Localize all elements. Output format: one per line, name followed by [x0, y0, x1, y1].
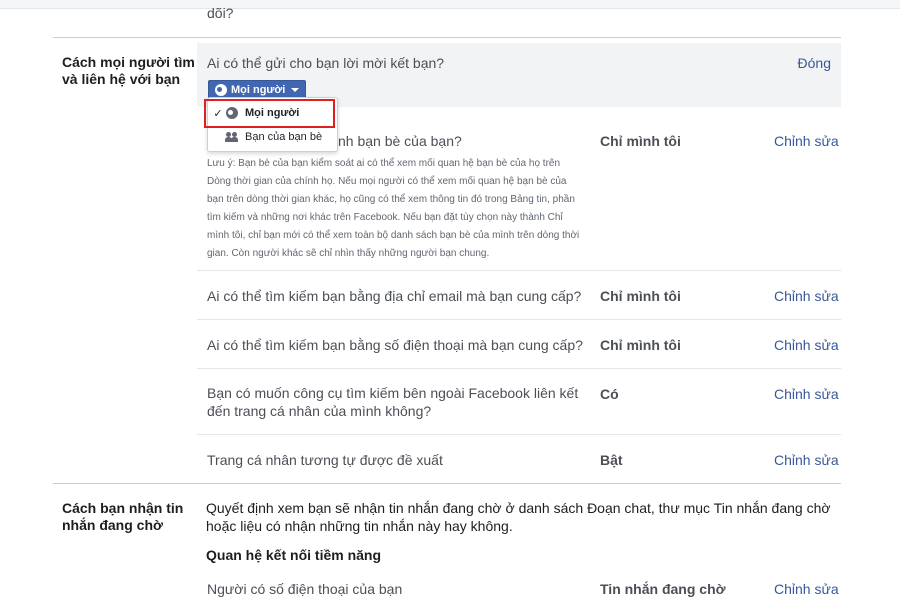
section-title-message-requests: Cách bạn nhận tin nhắn đang chờ — [62, 500, 184, 533]
friends-icon — [225, 132, 239, 142]
audience-dropdown-menu: ✓ Mọi người Bạn của bạn bè — [207, 97, 338, 152]
dropdown-option-label: Mọi người — [245, 107, 300, 119]
row-value-search-engines: Có — [600, 386, 619, 402]
row-question-phone: Ai có thể tìm kiếm bạn bằng số điện thoạ… — [207, 337, 583, 353]
edit-link-suggested-profiles[interactable]: Chỉnh sửa — [774, 452, 839, 468]
row-question-phone-contacts: Người có số điện thoại của bạn — [207, 581, 403, 597]
row-value-suggested-profiles: Bật — [600, 452, 623, 468]
top-bar — [0, 0, 900, 9]
audience-button-label: Mọi người — [231, 84, 286, 96]
row-value-phone: Chỉ mình tôi — [600, 337, 681, 353]
globe-icon — [226, 107, 238, 119]
dropdown-option-everyone[interactable]: ✓ Mọi người — [208, 102, 337, 124]
row-question-suggested-profiles: Trang cá nhân tương tự được đề xuất — [207, 452, 443, 468]
row-question-friend-list: nh bạn bè của bạn? — [338, 133, 462, 149]
row-question-email: Ai có thể tìm kiếm bạn bằng địa chỉ emai… — [207, 288, 582, 304]
caret-down-icon — [291, 88, 300, 92]
message-requests-description: Quyết định xem bạn sẽ nhận tin nhắn đang… — [206, 500, 831, 534]
edit-panel-question: Ai có thể gửi cho bạn lời mời kết bạn? — [207, 55, 445, 71]
section-divider — [53, 37, 841, 38]
edit-link-phone-contacts[interactable]: Chỉnh sửa — [774, 581, 839, 597]
section-title-find-contact: Cách mọi người tìm và liên hệ với bạn — [62, 54, 195, 87]
row-divider — [197, 270, 841, 271]
section-divider — [53, 483, 841, 484]
row-divider — [197, 319, 841, 320]
row-value-friend-list: Chỉ mình tôi — [600, 133, 681, 149]
checkmark-icon: ✓ — [213, 107, 223, 120]
previous-section-text: dõi? — [207, 5, 234, 21]
subheading-potential-connections: Quan hệ kết nối tiềm năng — [206, 547, 382, 563]
row-value-phone-contacts: Tin nhắn đang chờ — [600, 581, 726, 597]
close-link[interactable]: Đóng — [798, 55, 831, 71]
edit-link-phone[interactable]: Chỉnh sửa — [774, 337, 839, 353]
row-value-email: Chỉ mình tôi — [600, 288, 681, 304]
friend-list-note: Lưu ý: Bạn bè của bạn kiểm soát ai có th… — [207, 158, 580, 259]
globe-icon — [215, 84, 227, 96]
edit-link-email[interactable]: Chỉnh sửa — [774, 288, 839, 304]
edit-link-friend-list[interactable]: Chỉnh sửa — [774, 133, 839, 149]
dropdown-option-label: Bạn của bạn bè — [245, 131, 323, 143]
dropdown-option-friends-of-friends[interactable]: Bạn của bạn bè — [208, 126, 337, 148]
row-divider — [197, 368, 841, 369]
row-question-search-engines: Bạn có muốn công cụ tìm kiếm bên ngoài F… — [207, 385, 579, 419]
edit-link-search-engines[interactable]: Chỉnh sửa — [774, 386, 839, 402]
row-divider — [197, 434, 841, 435]
